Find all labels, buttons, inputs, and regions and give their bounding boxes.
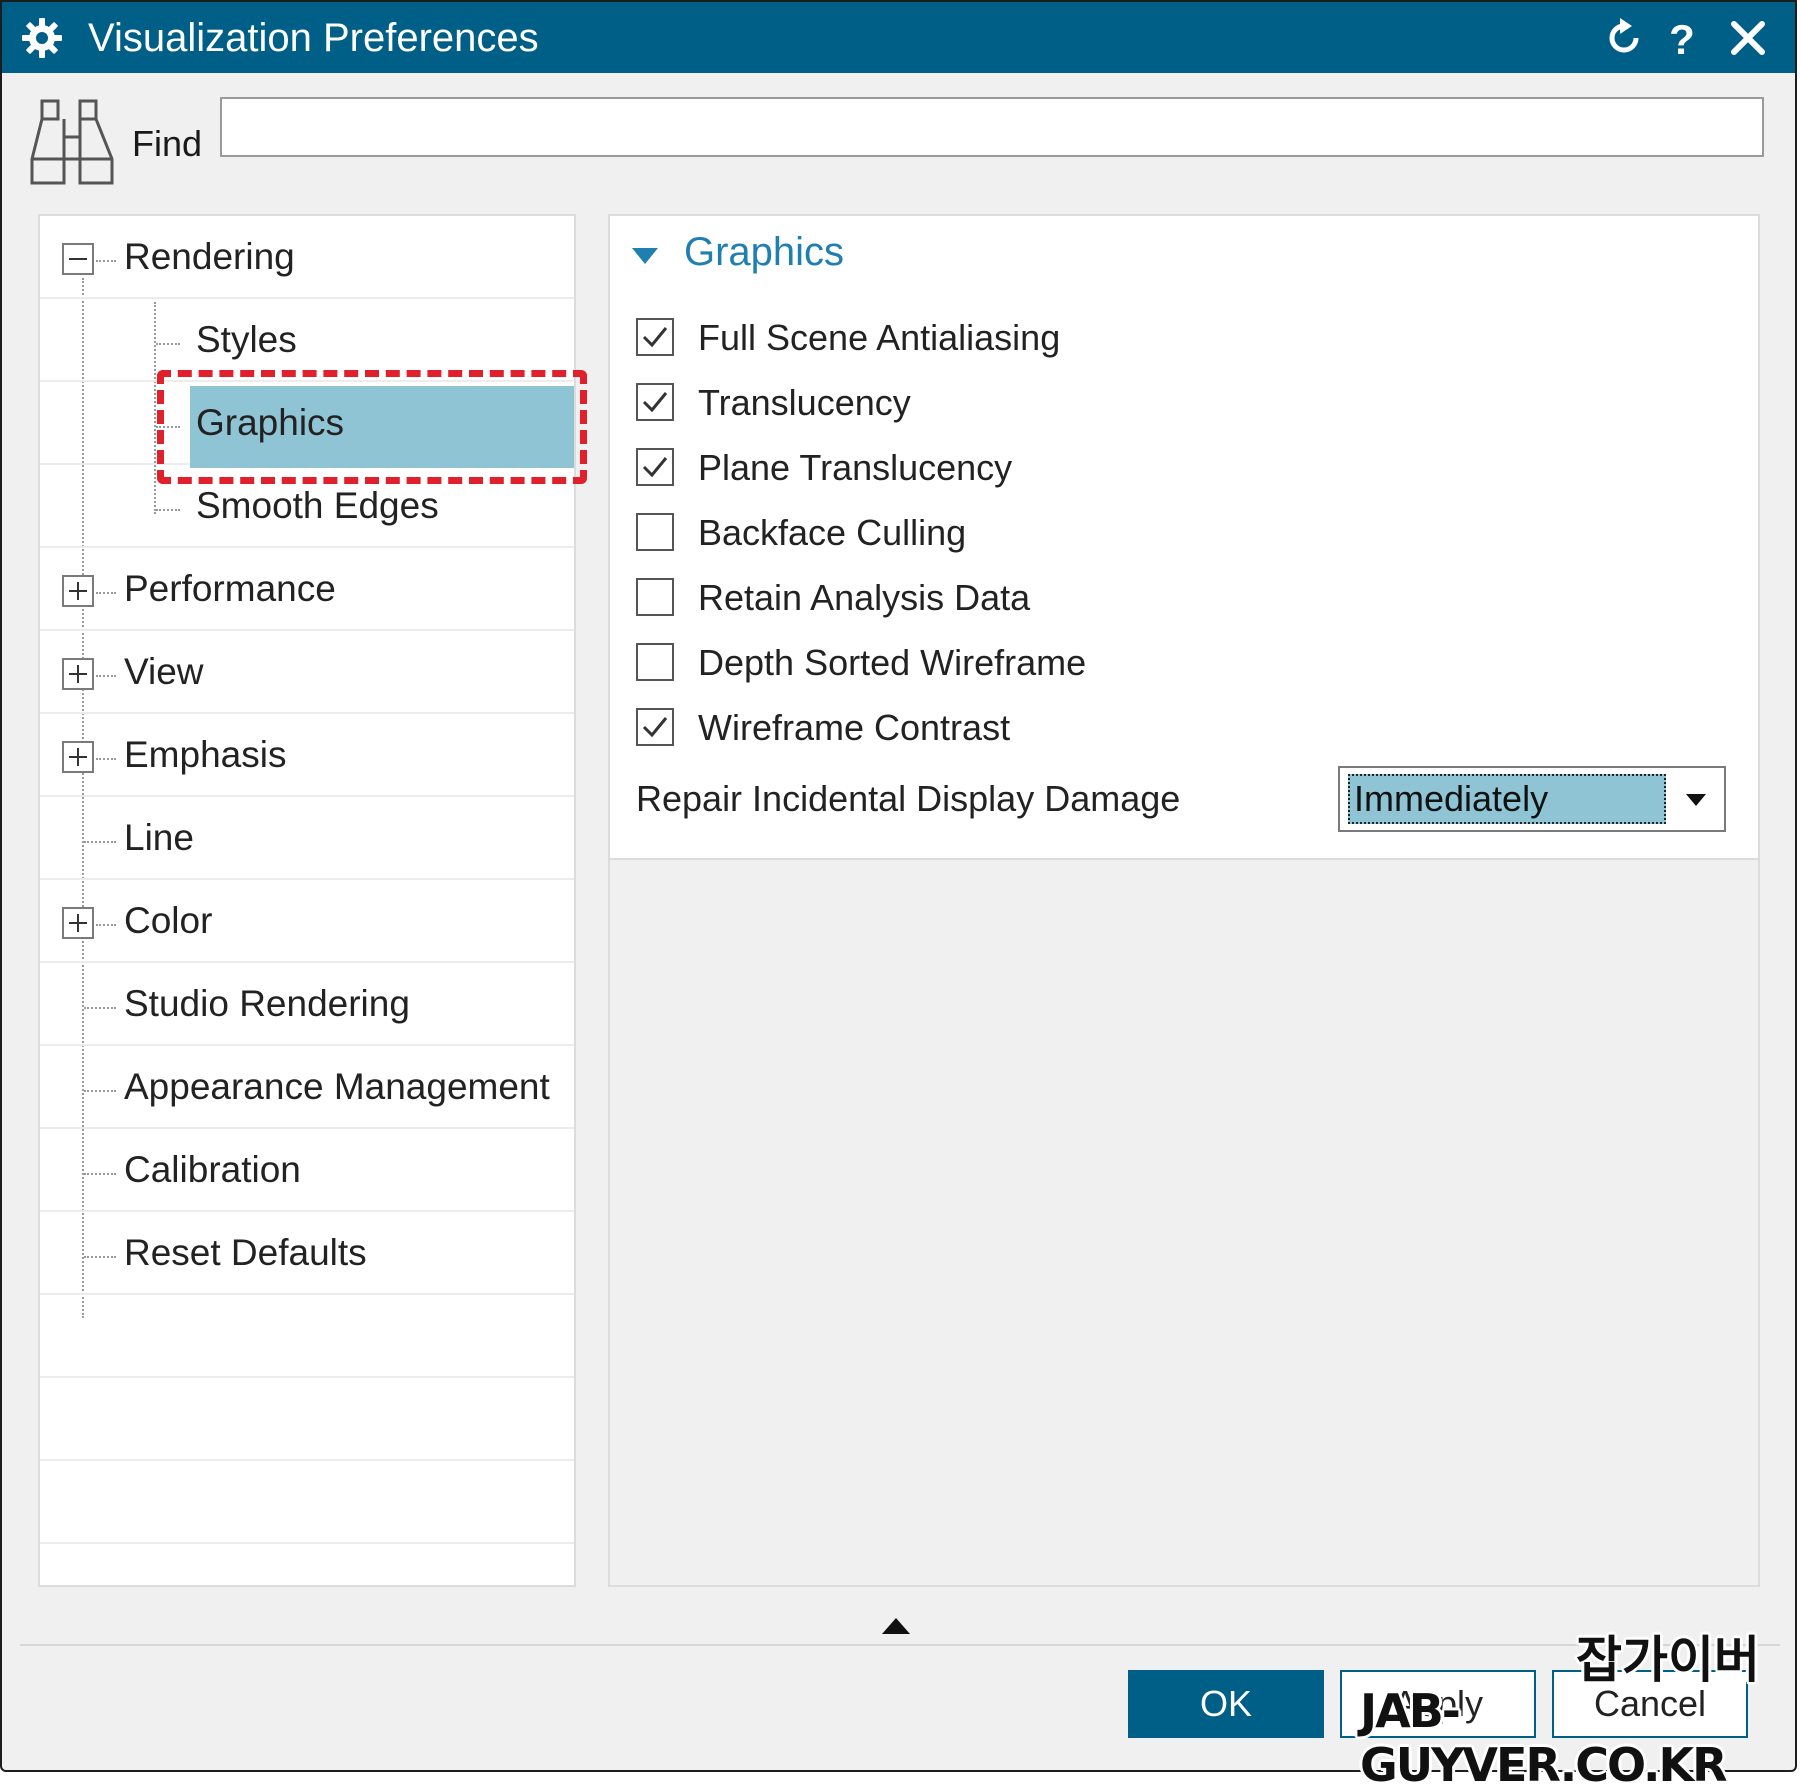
- find-label: Find: [132, 123, 203, 164]
- empty-tree-row: [40, 1295, 574, 1378]
- tree-item-rendering[interactable]: Rendering: [40, 216, 574, 299]
- tree-item-label: View: [124, 651, 204, 692]
- tree-item-label: Reset Defaults: [124, 1232, 367, 1273]
- chevron-down-icon[interactable]: [1684, 792, 1708, 808]
- tree-item-calibration[interactable]: Calibration: [40, 1129, 574, 1212]
- checkbox-label: Retain Analysis Data: [698, 577, 1031, 618]
- checkbox-label: Depth Sorted Wireframe: [698, 642, 1087, 683]
- checkbox-box[interactable]: [636, 513, 674, 551]
- tree-item-line[interactable]: Line: [40, 797, 574, 880]
- tree-item-label: Performance: [124, 568, 336, 609]
- checkbox-box[interactable]: [636, 383, 674, 421]
- checkbox-label: Wireframe Contrast: [698, 707, 1011, 748]
- tree-item-label: Studio Rendering: [124, 983, 410, 1024]
- find-bar: Find: [2, 73, 1795, 193]
- repair-display-damage-select[interactable]: Immediately: [1338, 766, 1726, 832]
- checkbox-label: Backface Culling: [698, 512, 967, 553]
- footer-divider: [20, 1644, 1780, 1646]
- svg-text:?: ?: [1669, 16, 1695, 62]
- tree-connector: [84, 1256, 116, 1258]
- close-icon[interactable]: [1724, 14, 1772, 62]
- help-icon[interactable]: ?: [1658, 14, 1706, 62]
- checkbox-box[interactable]: [636, 318, 674, 356]
- group-title: Graphics: [684, 230, 845, 274]
- collapse-toggle[interactable]: [62, 243, 94, 275]
- binoculars-icon: [30, 99, 114, 185]
- tree-connector: [156, 343, 180, 345]
- expand-toggle[interactable]: [62, 741, 94, 773]
- checkmark-icon: [642, 327, 668, 348]
- watermark-korean: 잡가이버: [1576, 1631, 1760, 1689]
- tree-item-label: Styles: [196, 319, 297, 360]
- checkmark-icon: [642, 457, 668, 478]
- tree-connector: [84, 1173, 116, 1175]
- gear-icon: [22, 18, 62, 58]
- tree-item-label: Rendering: [124, 236, 295, 277]
- checkbox-box[interactable]: [636, 708, 674, 746]
- collapse-panel-icon[interactable]: [880, 1614, 912, 1636]
- tree-item-performance[interactable]: Performance: [40, 548, 574, 631]
- tree-connector: [84, 1090, 116, 1092]
- empty-tree-row: [40, 1461, 574, 1544]
- repair-display-damage-label: Repair Incidental Display Damage: [636, 778, 1181, 819]
- expand-toggle[interactable]: [62, 907, 94, 939]
- highlight-annotation: [157, 370, 587, 484]
- graphics-group: Graphics Full Scene Antialiasing Translu…: [610, 216, 1758, 860]
- tree-connector: [156, 509, 180, 511]
- tree-item-label: Calibration: [124, 1149, 301, 1190]
- tree-item-studio-rendering[interactable]: Studio Rendering: [40, 963, 574, 1046]
- checkbox-label: Plane Translucency: [698, 447, 1013, 488]
- tree-item-label: Emphasis: [124, 734, 287, 775]
- tree-item-appearance-management[interactable]: Appearance Management: [40, 1046, 574, 1129]
- checkbox-label: Full Scene Antialiasing: [698, 317, 1061, 358]
- find-input[interactable]: [220, 97, 1764, 157]
- checkbox-box[interactable]: [636, 578, 674, 616]
- tree-item-label: Line: [124, 817, 194, 858]
- tree-item-color[interactable]: Color: [40, 880, 574, 963]
- tree-item-reset-defaults[interactable]: Reset Defaults: [40, 1212, 574, 1295]
- expand-toggle[interactable]: [62, 658, 94, 690]
- selected-value: Immediately: [1348, 774, 1666, 824]
- tree-item-label: Appearance Management: [124, 1066, 550, 1107]
- checkmark-icon: [642, 717, 668, 738]
- tree-item-label: Smooth Edges: [196, 485, 439, 526]
- checkbox-box[interactable]: [636, 448, 674, 486]
- tree-item-label: Color: [124, 900, 213, 941]
- tree-connector: [84, 841, 116, 843]
- tree-connector: [96, 592, 116, 594]
- tree-connector: [84, 1007, 116, 1009]
- tree-connector: [96, 675, 116, 677]
- reset-icon[interactable]: [1600, 14, 1648, 62]
- expand-toggle[interactable]: [62, 575, 94, 607]
- visualization-preferences-dialog: Visualization Preferences ? Find Renderi…: [0, 0, 1797, 1772]
- checkmark-icon: [642, 392, 668, 413]
- empty-tree-row: [40, 1378, 574, 1461]
- tree-connector: [96, 758, 116, 760]
- ok-button[interactable]: OK: [1128, 1670, 1324, 1738]
- settings-panel: Graphics Full Scene Antialiasing Translu…: [608, 214, 1760, 1587]
- tree-connector: [96, 924, 116, 926]
- checkbox-box[interactable]: [636, 643, 674, 681]
- tree-item-emphasis[interactable]: Emphasis: [40, 714, 574, 797]
- checkbox-label: Translucency: [698, 382, 911, 423]
- tree-connector: [96, 260, 116, 262]
- tree-item-view[interactable]: View: [40, 631, 574, 714]
- collapse-group-icon[interactable]: [632, 246, 658, 266]
- dialog-title: Visualization Preferences: [88, 16, 539, 60]
- title-bar: Visualization Preferences ?: [2, 2, 1795, 73]
